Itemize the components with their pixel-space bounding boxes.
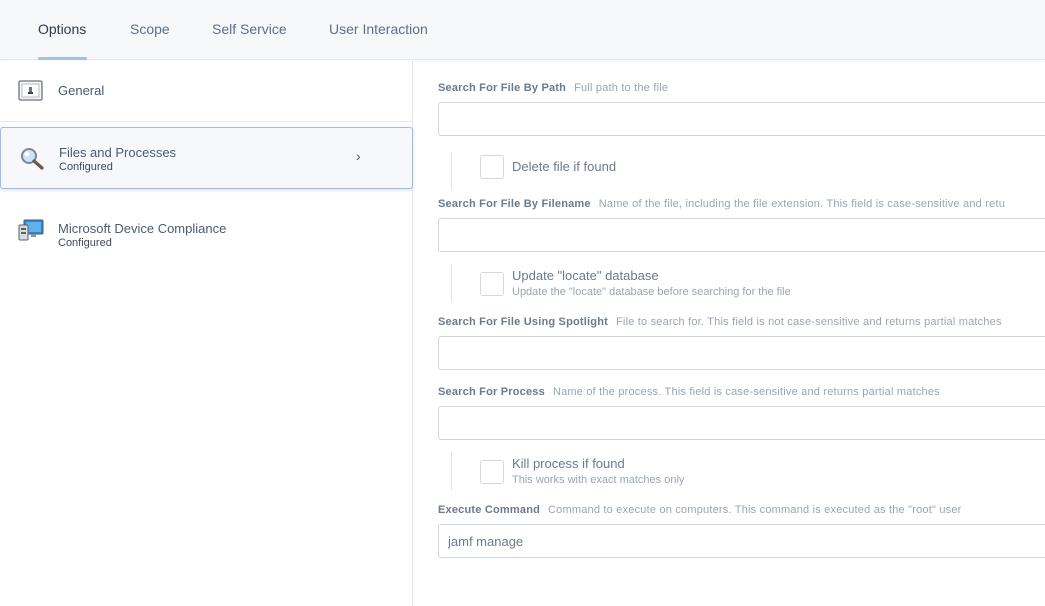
kill-process-checkbox[interactable] (480, 460, 504, 484)
update-locate-checkbox[interactable] (480, 272, 504, 296)
files-processes-form: Search For File By Path Full path to the … (414, 61, 1045, 606)
update-locate-option: Update "locate" database Update the "loc… (451, 264, 1011, 302)
field-label: Search For File By Filename (438, 198, 591, 210)
general-icon (18, 80, 43, 101)
checkbox-label: Kill process if found (512, 456, 625, 471)
search-by-path-input[interactable] (438, 102, 1045, 136)
kill-process-option: Kill process if found This works with ex… (451, 452, 1011, 490)
checkbox-description: Update the "locate" database before sear… (512, 286, 791, 298)
field-label: Search For File Using Spotlight (438, 316, 608, 328)
process-field-label: Search For Process Name of the process. T… (438, 386, 940, 398)
search-by-filename-input[interactable] (438, 218, 1045, 252)
sidebar: General Files and Processes Configured ›… (0, 61, 413, 606)
field-label: Execute Command (438, 504, 541, 516)
sidebar-item-general[interactable]: General (0, 61, 413, 121)
tab-self-service[interactable]: Self Service (212, 21, 287, 37)
magnifier-icon (21, 148, 44, 170)
active-tab-indicator (38, 57, 87, 60)
checkbox-label: Update "locate" database (512, 268, 659, 283)
command-field-label: Execute Command Command to execute on com… (438, 504, 962, 516)
tab-options[interactable]: Options (38, 21, 86, 37)
field-hint: Full path to the file (574, 82, 669, 94)
search-for-process-input[interactable] (438, 406, 1045, 440)
checkbox-label: Delete file if found (512, 159, 617, 174)
checkbox-description: This works with exact matches only (512, 474, 685, 486)
sidebar-item-label: Files and Processes (59, 145, 177, 160)
execute-command-input[interactable] (438, 524, 1045, 558)
tab-scope[interactable]: Scope (130, 21, 170, 37)
field-hint: Name of the file, including the file ext… (598, 198, 1006, 210)
chevron-right-icon: › (356, 148, 361, 164)
field-hint: Command to execute on computers. This co… (548, 504, 962, 516)
spotlight-field-label: Search For File Using Spotlight File to s… (438, 316, 1002, 328)
sidebar-item-microsoft-device-compliance[interactable]: Microsoft Device Compliance Configured (0, 201, 413, 261)
device-compliance-icon (18, 219, 44, 241)
sidebar-divider (0, 121, 413, 122)
sidebar-item-status: Configured (58, 237, 112, 249)
field-label: Search For File By Path (438, 82, 567, 94)
sidebar-item-files-and-processes[interactable]: Files and Processes Configured › (0, 127, 413, 189)
tab-user-interaction[interactable]: User Interaction (329, 21, 428, 37)
sidebar-item-label: General (58, 83, 105, 98)
delete-file-checkbox[interactable] (480, 155, 504, 179)
filename-field-label: Search For File By Filename Name of the f… (438, 198, 1005, 210)
sidebar-item-status: Configured (59, 161, 113, 173)
search-by-spotlight-input[interactable] (438, 336, 1045, 370)
tab-bar: Options Scope Self Service User Interact… (0, 0, 1045, 60)
path-field-label: Search For File By Path Full path to the … (438, 82, 668, 94)
field-hint: File to search for. This field is not ca… (616, 316, 1002, 328)
field-hint: Name of the process. This field is case-… (552, 386, 940, 398)
delete-file-option: Delete file if found (451, 152, 1011, 190)
sidebar-item-label: Microsoft Device Compliance (58, 221, 227, 236)
field-label: Search For Process (438, 386, 545, 398)
